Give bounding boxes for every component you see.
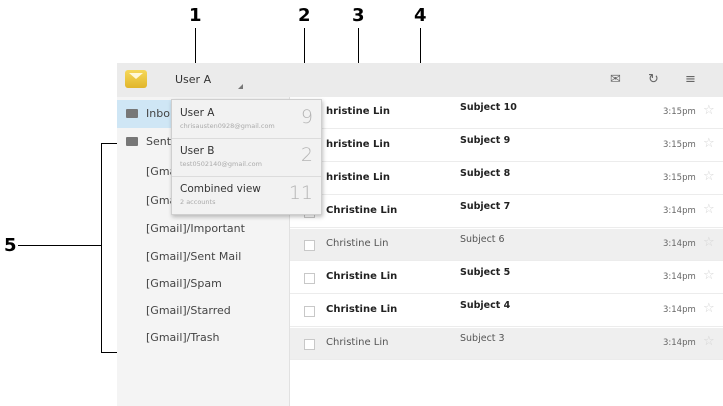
message-time: 3:14pm <box>663 338 696 348</box>
unread-count: 2 <box>300 144 313 166</box>
callout-line-5a <box>18 245 102 246</box>
action-bar: User A ✉ ↻ ≡ <box>117 63 723 98</box>
star-icon[interactable]: ☆ <box>703 302 715 316</box>
account-name: Combined view <box>180 183 261 195</box>
folder-label: [Gmail]/Starred <box>146 304 231 317</box>
message-row[interactable]: Christine Lin Subject 4 3:14pm ☆ <box>290 295 723 327</box>
folder-label: Sent <box>146 135 172 148</box>
message-subject: Subject 7 <box>460 201 511 212</box>
email-app-icon[interactable] <box>125 70 147 88</box>
select-checkbox[interactable] <box>304 306 315 317</box>
message-subject: Subject 8 <box>460 168 511 179</box>
message-time: 3:14pm <box>663 239 696 249</box>
account-email: chrisausten0928@gmail.com <box>180 122 275 130</box>
callout-line-5b <box>101 143 102 353</box>
account-item-user-a[interactable]: User A chrisausten0928@gmail.com 9 <box>172 100 321 139</box>
star-icon[interactable]: ☆ <box>703 335 715 349</box>
star-icon[interactable]: ☆ <box>703 137 715 151</box>
star-icon[interactable]: ☆ <box>703 203 715 217</box>
message-sender: hristine Lin <box>326 106 390 117</box>
menu-icon[interactable]: ≡ <box>685 73 696 87</box>
account-item-combined-view[interactable]: Combined view 2 accounts 11 <box>172 176 321 214</box>
message-row[interactable]: Christine Lin Subject 6 3:14pm ☆ <box>290 229 723 261</box>
folder-label: [Gmail]/Important <box>146 222 245 235</box>
folder-trash[interactable]: [Gmail]/Trash <box>117 324 289 352</box>
select-checkbox[interactable] <box>304 240 315 251</box>
message-sender: Christine Lin <box>326 271 398 282</box>
star-icon[interactable]: ☆ <box>703 104 715 118</box>
callout-2: 2 <box>298 5 311 26</box>
message-time: 3:14pm <box>663 206 696 216</box>
folder-spam[interactable]: [Gmail]/Spam <box>117 270 289 298</box>
message-subject: Subject 3 <box>460 333 505 344</box>
folder-label: Inbo <box>146 107 170 120</box>
star-icon[interactable]: ☆ <box>703 170 715 184</box>
account-email: test0502140@gmail.com <box>180 160 262 168</box>
unread-count: 9 <box>300 106 313 128</box>
account-spinner[interactable]: User A <box>175 73 245 89</box>
account-name: User B <box>180 145 215 157</box>
account-subtitle: 2 accounts <box>180 198 216 206</box>
callout-5: 5 <box>4 235 17 256</box>
message-row[interactable]: Christine Lin Subject 5 3:14pm ☆ <box>290 262 723 294</box>
account-dropdown: User A chrisausten0928@gmail.com 9 User … <box>171 99 322 215</box>
spinner-arrow-icon <box>238 84 243 89</box>
star-icon[interactable]: ☆ <box>703 236 715 250</box>
select-checkbox[interactable] <box>304 339 315 350</box>
callout-4: 4 <box>414 5 427 26</box>
message-row[interactable]: Christine Lin Subject 3 3:14pm ☆ <box>290 328 723 360</box>
account-name: User A <box>180 107 215 119</box>
folder-label: [Gmail]/Trash <box>146 331 220 344</box>
message-row[interactable]: Christine Lin Subject 7 3:14pm ☆ <box>290 196 723 228</box>
message-sender: Christine Lin <box>326 238 389 249</box>
message-sender: hristine Lin <box>326 139 390 150</box>
message-sender: Christine Lin <box>326 205 398 216</box>
message-time: 3:14pm <box>663 272 696 282</box>
message-time: 3:15pm <box>663 107 696 117</box>
refresh-icon[interactable]: ↻ <box>648 73 659 87</box>
message-subject: Subject 4 <box>460 300 511 311</box>
message-row[interactable]: hristine Lin Subject 9 3:15pm ☆ <box>290 130 723 162</box>
message-time: 3:14pm <box>663 305 696 315</box>
message-time: 3:15pm <box>663 173 696 183</box>
message-subject: Subject 10 <box>460 102 517 113</box>
folder-sent-mail[interactable]: [Gmail]/Sent Mail <box>117 243 289 271</box>
message-sender: hristine Lin <box>326 172 390 183</box>
star-icon[interactable]: ☆ <box>703 269 715 283</box>
folder-label: [Gmail]/Spam <box>146 277 222 290</box>
message-row[interactable]: hristine Lin Subject 8 3:15pm ☆ <box>290 163 723 195</box>
message-subject: Subject 5 <box>460 267 511 278</box>
callout-3: 3 <box>352 5 365 26</box>
folder-label: [Gmail]/Sent Mail <box>146 250 242 263</box>
select-checkbox[interactable] <box>304 273 315 284</box>
message-time: 3:15pm <box>663 140 696 150</box>
folder-important[interactable]: [Gmail]/Important <box>117 215 289 243</box>
unread-count: 11 <box>288 182 313 204</box>
account-item-user-b[interactable]: User B test0502140@gmail.com 2 <box>172 138 321 177</box>
message-row[interactable]: hristine Lin Subject 10 3:15pm ☆ <box>290 97 723 129</box>
sent-icon <box>126 137 138 146</box>
compose-icon[interactable]: ✉ <box>610 73 621 87</box>
message-sender: Christine Lin <box>326 337 389 348</box>
message-subject: Subject 9 <box>460 135 511 146</box>
inbox-icon <box>126 109 138 118</box>
message-subject: Subject 6 <box>460 234 505 245</box>
folder-starred[interactable]: [Gmail]/Starred <box>117 297 289 325</box>
callout-1: 1 <box>189 5 202 26</box>
message-sender: Christine Lin <box>326 304 398 315</box>
message-list: hristine Lin Subject 10 3:15pm ☆ hristin… <box>290 97 723 406</box>
